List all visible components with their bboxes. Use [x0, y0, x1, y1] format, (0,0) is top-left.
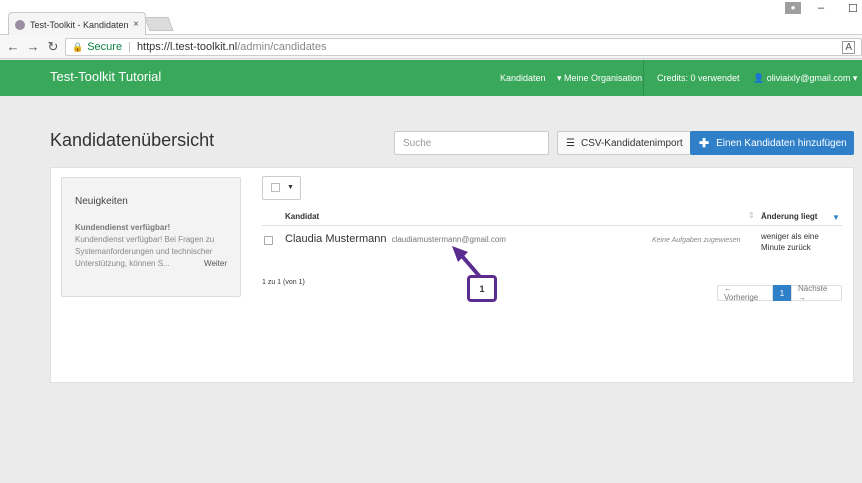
tab-close-icon[interactable]: ×: [133, 19, 139, 30]
csv-import-label: CSV-Kandidatenimport: [580, 137, 683, 149]
url-field[interactable]: 🔒 Secure | https://l.test-toolkit.nl /ad…: [65, 38, 862, 56]
address-bar: ← → ↻ 🔒 Secure | https://l.test-toolkit.…: [0, 35, 862, 59]
list-icon: ☰: [566, 137, 575, 149]
csv-import-button[interactable]: ☰ CSV-Kandidatenimport: [557, 131, 691, 155]
browser-tab[interactable]: Test-Toolkit - Kandidaten ×: [8, 12, 146, 36]
reload-icon[interactable]: ↻: [43, 39, 63, 55]
candidate-email: claudiamustermann@gmail.com: [391, 235, 506, 244]
annotation-callout: 1: [467, 275, 497, 302]
secure-label: Secure: [87, 41, 123, 53]
browser-tabstrip: Test-Toolkit - Kandidaten × ● – ☐: [0, 0, 862, 36]
table-header-divider: [262, 225, 842, 226]
new-tab-button[interactable]: [144, 17, 174, 31]
user-profile-icon[interactable]: ●: [785, 2, 801, 14]
maximize-icon[interactable]: ☐: [848, 2, 858, 15]
nav-organisation-label: Meine Organisation: [564, 73, 643, 83]
caret-down-icon: ▾: [557, 73, 565, 83]
news-more-link[interactable]: Weiter: [204, 259, 227, 268]
page-title: Kandidatenübersicht: [50, 130, 215, 150]
url-path: /admin/candidates: [237, 41, 327, 53]
column-header-aenderung[interactable]: Änderung liegt: [761, 212, 817, 221]
news-headline: Kundendienst verfügbar!: [75, 223, 171, 232]
sort-icon[interactable]: ⇕: [748, 211, 755, 220]
pagination-prev-button[interactable]: ← Vorherige: [717, 284, 773, 302]
caret-down-icon: ▾: [850, 73, 858, 83]
minimize-icon[interactable]: –: [818, 2, 824, 14]
add-candidate-button[interactable]: ✚ Einen Kandidaten hinzufügen: [690, 131, 854, 155]
add-candidate-label: Einen Kandidaten hinzufügen: [716, 137, 847, 149]
sort-desc-icon[interactable]: ▼: [832, 213, 840, 222]
select-all-checkbox[interactable]: [271, 183, 280, 192]
plus-icon: ✚: [699, 136, 710, 150]
row-checkbox[interactable]: [264, 236, 273, 245]
url-separator: |: [128, 41, 131, 53]
caret-down-icon: ▼: [287, 184, 294, 191]
lock-icon: 🔒: [72, 41, 84, 52]
pagination-next-button[interactable]: Nächste →: [791, 284, 842, 302]
nav-organisation[interactable]: ▾ Meine Organisation: [557, 73, 642, 84]
nav-divider: [643, 60, 644, 96]
favicon-icon: [15, 19, 25, 30]
user-icon: 👤: [753, 73, 767, 83]
bulk-select-dropdown[interactable]: ▼: [262, 176, 301, 200]
pagination-page-1[interactable]: 1: [773, 285, 791, 301]
pagination: ← Vorherige 1 Nächste →: [717, 284, 842, 302]
url-host: https://l.test-toolkit.nl: [136, 41, 238, 53]
candidate-last-change: weniger als eine Minute zurück: [761, 232, 819, 252]
column-header-kandidat[interactable]: Kandidat: [285, 212, 319, 221]
candidate-tasks: Keine Aufgaben zugewiesen: [652, 237, 741, 244]
news-title: Neuigkeiten: [75, 196, 128, 207]
translate-icon[interactable]: A: [842, 41, 855, 54]
candidate-name[interactable]: Claudia Mustermann: [285, 233, 387, 245]
back-icon[interactable]: ←: [3, 39, 23, 54]
pagination-info: 1 zu 1 (von 1): [262, 279, 305, 286]
user-email: oliviaixly@gmail.com: [766, 73, 851, 83]
forward-icon[interactable]: →: [23, 39, 43, 54]
app-navbar: Test-Toolkit Tutorial Kandidaten ▾ Meine…: [0, 60, 862, 96]
tab-title: Test-Toolkit - Kandidaten: [30, 19, 129, 30]
nav-credits: Credits: 0 verwendet: [657, 73, 740, 83]
brand-title[interactable]: Test-Toolkit Tutorial: [50, 69, 161, 84]
news-box: Neuigkeiten Kundendienst verfügbar! Kund…: [61, 177, 241, 297]
nav-kandidaten[interactable]: Kandidaten: [500, 73, 546, 83]
search-input[interactable]: [394, 131, 549, 155]
nav-user-menu[interactable]: 👤 oliviaixly@gmail.com ▾: [753, 73, 857, 84]
table-row[interactable]: Claudia Mustermann claudiamustermann@gma…: [285, 233, 506, 245]
